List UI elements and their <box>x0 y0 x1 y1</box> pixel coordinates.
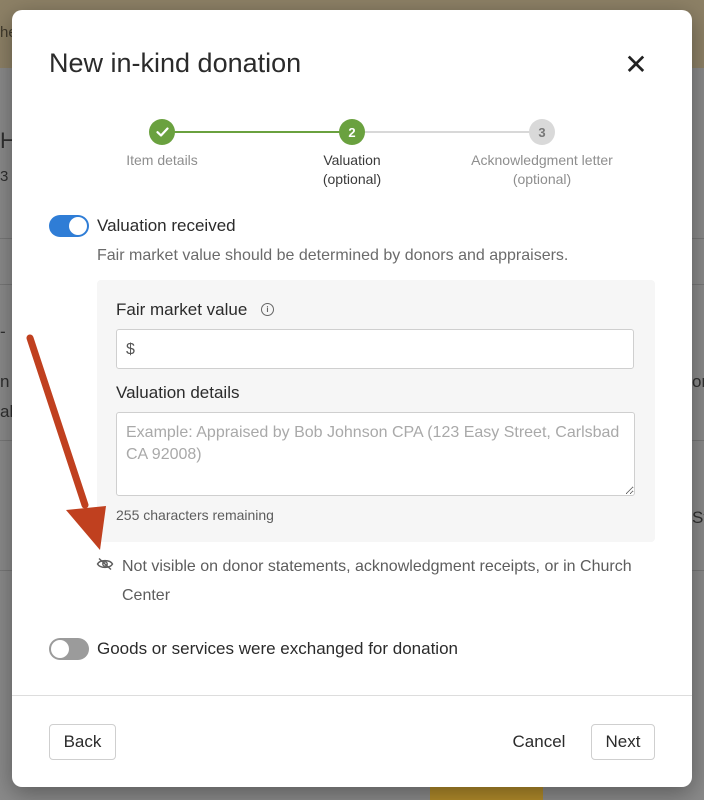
cancel-button[interactable]: Cancel <box>503 724 575 760</box>
step-1-check-icon[interactable] <box>149 119 175 145</box>
background-text: St <box>692 508 704 527</box>
characters-remaining: 255 characters remaining <box>116 507 274 523</box>
step-2-label-subline: (optional) <box>322 171 382 187</box>
step-1-label: Item details <box>72 151 252 170</box>
background-text: 3 <box>0 168 9 185</box>
next-button[interactable]: Next <box>591 724 655 760</box>
footer-divider <box>12 695 692 696</box>
visibility-note: Not visible on donor statements, acknowl… <box>122 558 632 604</box>
valuation-details-textarea[interactable] <box>116 412 635 496</box>
valuation-details-label: Valuation details <box>116 383 240 402</box>
eye-slash-icon <box>96 557 114 571</box>
step-2-label-line: Valuation <box>323 152 381 168</box>
in-kind-donation-modal: New in-kind donation ✕ 2 3 Item details … <box>12 10 692 787</box>
step-2-indicator: 2 <box>339 119 365 145</box>
stepper-progress-line <box>162 131 352 133</box>
background-text: or <box>692 372 704 391</box>
valuation-help-text: Fair market value should be determined b… <box>97 247 569 264</box>
step-2-label: Valuation (optional) <box>262 151 442 189</box>
valuation-received-toggle[interactable] <box>49 215 89 237</box>
toggle-knob <box>69 217 87 235</box>
step-3-label-line: Acknowledgment letter <box>471 152 613 168</box>
goods-services-label: Goods or services were exchanged for don… <box>97 639 458 658</box>
currency-prefix: $ <box>126 341 135 358</box>
modal-title: New in-kind donation <box>49 48 302 78</box>
toggle-knob <box>51 640 69 658</box>
fair-market-value-input[interactable]: $ <box>116 329 634 369</box>
background-text: n <box>0 372 10 391</box>
fair-market-value-label: Fair market value <box>116 300 248 319</box>
back-button[interactable]: Back <box>49 724 116 760</box>
step-3-indicator: 3 <box>529 119 555 145</box>
stepper-remaining-line <box>352 131 542 133</box>
valuation-received-label: Valuation received <box>97 216 236 235</box>
step-3-label: Acknowledgment letter (optional) <box>452 151 632 189</box>
background-text: - <box>0 322 6 341</box>
step-1-label-line: Item details <box>126 152 198 168</box>
background-button <box>430 786 543 800</box>
close-button[interactable]: ✕ <box>618 50 654 80</box>
step-3-label-subline: (optional) <box>512 171 572 187</box>
goods-services-toggle[interactable] <box>49 638 89 660</box>
info-icon[interactable]: i <box>261 303 274 316</box>
